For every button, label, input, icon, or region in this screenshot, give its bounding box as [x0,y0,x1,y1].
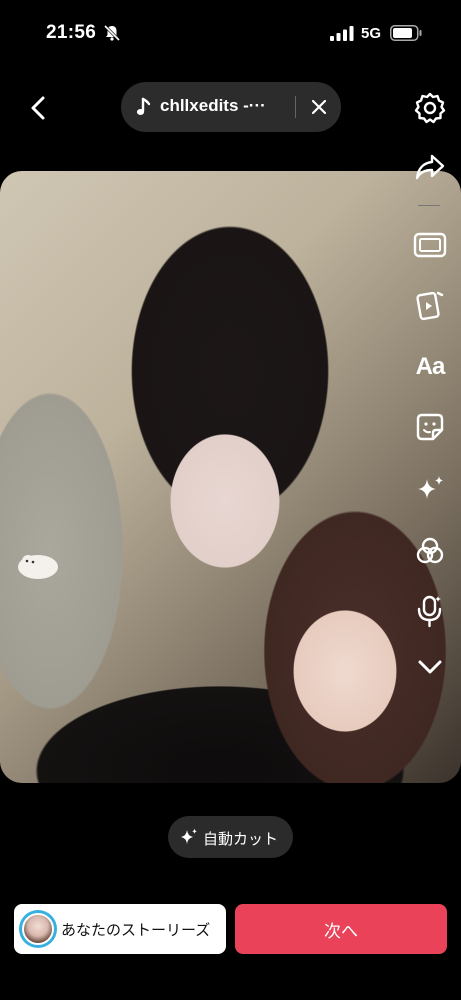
music-divider [295,96,296,118]
battery-icon [390,25,422,41]
settings-button[interactable] [411,89,449,127]
clips-button[interactable] [411,286,449,324]
music-title: chllxedits -··· [160,96,266,115]
your-story-label: あなたのストーリーズ [61,922,211,939]
filters-button[interactable] [411,532,449,570]
music-selector[interactable]: chllxedits -··· [121,82,341,132]
toolbar-divider [418,205,440,206]
signal-icon [330,26,354,41]
sticker-button[interactable] [411,408,449,446]
autocut-button[interactable]: 自動カット [168,816,293,858]
text-button[interactable]: Aa [411,348,449,386]
frame-icon [413,232,447,258]
effects-button[interactable] [411,470,449,508]
keychain-charm [18,555,58,579]
status-time: 21:56 [46,22,97,43]
chevron-left-icon [31,96,45,120]
photo-preview[interactable] [0,171,461,783]
next-label: 次へ [324,921,358,941]
frame-button[interactable] [411,226,449,264]
network-label: 5G [361,25,382,42]
bell-slash-icon [103,24,121,42]
music-close-button[interactable] [305,93,333,121]
avatar-image [22,913,54,945]
more-tools-button[interactable] [411,648,449,686]
back-button[interactable] [24,92,52,124]
music-note-icon [136,97,151,115]
autocut-label: 自動カット [203,831,279,848]
next-button[interactable]: 次へ [235,904,447,954]
close-icon [311,99,327,115]
filters-icon [416,537,444,564]
share-button[interactable] [411,148,449,186]
gear-icon [414,92,446,124]
clips-icon [416,291,444,321]
share-arrow-icon [415,154,445,180]
your-story-button[interactable]: あなたのストーリーズ [14,904,226,954]
sparkle-icon [418,476,443,499]
avatar [19,910,57,948]
mic-icon [417,595,442,628]
voice-button[interactable] [411,592,449,630]
sticker-icon [416,413,444,441]
sparkle-icon [181,828,197,844]
text-icon: Aa [415,353,446,380]
chevron-down-icon [418,660,442,674]
